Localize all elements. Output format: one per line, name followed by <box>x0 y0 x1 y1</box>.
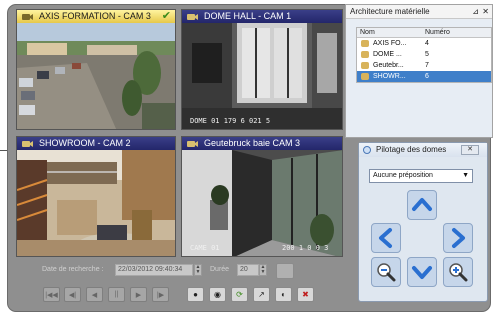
preset-select[interactable]: Aucune préposition ▼ <box>369 169 473 183</box>
camera-icon <box>361 62 369 69</box>
pan-up-button[interactable] <box>407 190 437 220</box>
video-feed: DOME 01 179 6 021 5 <box>182 23 342 129</box>
row-number: 4 <box>425 40 429 47</box>
camera-icon <box>361 73 369 80</box>
search-date-label: Date de recherche : <box>42 266 104 273</box>
pan-down-button[interactable] <box>407 257 437 287</box>
next-frame-button[interactable]: |▶ <box>152 287 169 302</box>
video-feed: CAME 01 200 1 0 0 3 <box>182 150 342 256</box>
pause-button[interactable]: || <box>108 287 125 302</box>
video-tile-title: AXIS FORMATION - CAM 3 <box>39 11 151 21</box>
panel-title-text: Architecture matérielle <box>350 7 430 16</box>
camera-icon <box>187 14 198 20</box>
previous-frame-button[interactable]: ◀| <box>64 287 81 302</box>
column-header-number[interactable]: Numéro <box>425 28 450 38</box>
duration-label: Durée <box>210 266 230 273</box>
arrow-down-icon <box>412 266 432 279</box>
video-feed <box>17 150 175 256</box>
table-row[interactable]: AXIS FO... 4 <box>357 38 491 49</box>
record-button[interactable]: ● <box>187 287 204 302</box>
camera-icon <box>361 51 369 58</box>
video-tile-title: Geutebruck baie CAM 3 <box>204 138 301 148</box>
duration-spinner[interactable]: ▲ ▼ <box>259 264 267 276</box>
checkmark-icon: ✔ <box>161 10 171 22</box>
zoom-out-icon <box>377 263 396 282</box>
pan-right-button[interactable] <box>443 223 473 253</box>
snapshot-button[interactable]: ◉ <box>209 287 226 302</box>
delete-icon: ✖ <box>302 290 309 299</box>
first-frame-button[interactable]: |◀◀ <box>43 287 60 302</box>
video-overlay-text: 200 1 0 0 3 <box>282 244 329 252</box>
date-spinner[interactable]: ▲ ▼ <box>194 264 202 276</box>
preset-select-value: Aucune préposition <box>373 172 433 179</box>
hardware-table: Nom Numéro AXIS FO... 4 DOME ... 5 Geute… <box>356 27 492 83</box>
video-overlay-text: CAME 01 <box>190 244 220 252</box>
play-forward-button[interactable]: ▶ <box>130 287 147 302</box>
dome-icon <box>363 146 371 154</box>
close-icon[interactable]: ✕ <box>482 5 489 19</box>
video-tile-axis-formation[interactable]: AXIS FORMATION - CAM 3 ✔ <box>16 9 176 130</box>
row-number: 7 <box>425 62 429 69</box>
dome-control-panel: Pilotage des domes ✕ Aucune préposition … <box>358 142 488 302</box>
zoom-in-icon <box>449 263 468 282</box>
refresh-icon: ⟳ <box>236 290 243 299</box>
row-name: Geutebr... <box>373 62 404 69</box>
video-tile-dome-hall[interactable]: DOME HALL - CAM 1 DOME 01 179 6 021 5 <box>181 9 343 130</box>
zoom-out-button[interactable] <box>371 257 401 287</box>
pin-icon[interactable]: ⊿ <box>472 5 479 19</box>
snapshot-icon: ◉ <box>214 290 221 299</box>
arrow-right-icon <box>452 228 465 248</box>
row-number: 5 <box>425 51 429 58</box>
hardware-architecture-panel: Architecture matérielle ⊿ ✕ Nom Numéro A… <box>345 4 493 138</box>
video-tile-header: AXIS FORMATION - CAM 3 ✔ <box>17 10 175 23</box>
record-icon: ● <box>193 290 198 299</box>
refresh-button[interactable]: ⟳ <box>231 287 248 302</box>
row-name: DOME ... <box>373 51 402 58</box>
audio-button[interactable]: ◐ <box>275 287 292 302</box>
chevron-down-icon: ▼ <box>462 172 469 179</box>
export-button[interactable]: ↗ <box>253 287 270 302</box>
video-tile-header: DOME HALL - CAM 1 <box>182 10 342 23</box>
arrow-up-icon <box>412 198 432 211</box>
panel-title: Architecture matérielle ⊿ ✕ <box>346 5 492 19</box>
delete-button[interactable]: ✖ <box>297 287 314 302</box>
video-tile-header: Geutebruck baie CAM 3 <box>182 137 342 150</box>
audio-icon: ◐ <box>281 290 286 299</box>
row-name: SHOWR... <box>373 73 406 80</box>
arrow-left-icon <box>379 228 392 248</box>
table-row[interactable]: DOME ... 5 <box>357 49 491 60</box>
video-feed <box>17 23 175 129</box>
export-icon: ↗ <box>258 290 265 299</box>
pan-left-button[interactable] <box>371 223 401 253</box>
camera-icon <box>187 141 198 147</box>
close-button[interactable]: ✕ <box>461 145 479 155</box>
play-backward-button[interactable]: ◀ <box>86 287 103 302</box>
duration-input[interactable]: 20 <box>237 264 259 276</box>
column-header-name[interactable]: Nom <box>360 28 375 38</box>
video-overlay-text: DOME 01 179 6 021 5 <box>190 117 271 125</box>
camera-icon <box>361 40 369 47</box>
video-tile-geutebruck[interactable]: Geutebruck baie CAM 3 CAME 01 200 1 0 0 … <box>181 136 343 257</box>
camera-icon <box>22 141 33 147</box>
search-date-input[interactable]: 22/03/2012 09:40:34 <box>115 264 193 276</box>
search-button[interactable] <box>276 263 294 279</box>
video-tile-title: SHOWROOM - CAM 2 <box>39 138 131 148</box>
zoom-in-button[interactable] <box>443 257 473 287</box>
row-number: 6 <box>425 73 429 80</box>
table-row[interactable]: Geutebr... 7 <box>357 60 491 71</box>
row-name: AXIS FO... <box>373 40 407 47</box>
camera-icon <box>22 14 33 20</box>
video-tile-title: DOME HALL - CAM 1 <box>204 11 292 21</box>
table-row-selected[interactable]: SHOWR... 6 <box>357 71 491 82</box>
video-tile-header: SHOWROOM - CAM 2 <box>17 137 175 150</box>
panel-title-text: Pilotage des domes <box>376 145 447 154</box>
video-tile-showroom[interactable]: SHOWROOM - CAM 2 <box>16 136 176 257</box>
table-header: Nom Numéro <box>357 28 491 38</box>
